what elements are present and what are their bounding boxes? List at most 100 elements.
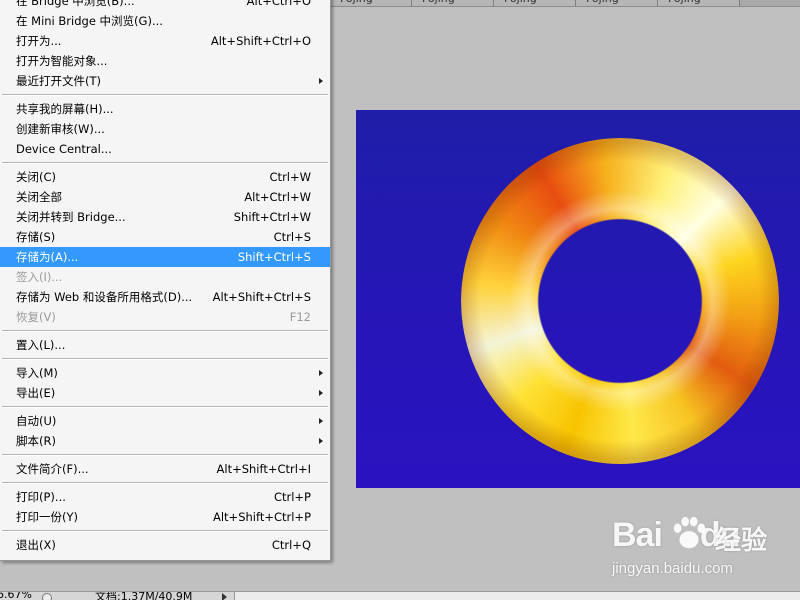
menu-item-label: 关闭全部 [16, 190, 62, 204]
menu-item-label: 自动(U) [16, 414, 57, 428]
watermark-brand-cn: 经验 [715, 526, 768, 556]
document-tab[interactable]: Fojing [494, 0, 576, 6]
menu-item-label: 脚本(R) [16, 434, 56, 448]
menu-item-shortcut: Alt+Ctrl+O [246, 0, 311, 8]
document-tab-label: Fojing [668, 0, 701, 5]
menu-item-label: 退出(X) [16, 538, 56, 552]
submenu-arrow-icon [319, 78, 323, 84]
zoom-options-icon[interactable] [42, 593, 52, 600]
submenu-arrow-icon [319, 438, 323, 444]
menu-item-label: 创建新审核(W)... [16, 122, 105, 136]
submenu-arrow-icon [319, 390, 323, 396]
watermark-url: jingyan.baidu.com [612, 560, 733, 577]
menu-item-shortcut: Shift+Ctrl+W [233, 210, 311, 224]
menu-separator [0, 327, 330, 335]
menu-item[interactable]: 关闭(C) Ctrl+W [0, 167, 330, 187]
menu-item-label: 签入(I)... [16, 270, 63, 284]
menu-item[interactable]: 在 Mini Bridge 中浏览(G)... [0, 11, 330, 31]
baidu-jingyan-watermark: Bai du 经验 jingyan.baidu.com [612, 514, 792, 584]
menu-item-shortcut: Alt+Shift+Ctrl+S [212, 290, 311, 304]
menu-item-shortcut: Ctrl+W [269, 170, 311, 184]
zoom-level[interactable]: 6.67% [0, 592, 32, 600]
menu-item-shortcut: Alt+Shift+Ctrl+I [216, 462, 311, 476]
document-tab-label: Fojing [586, 0, 619, 5]
document-tab[interactable]: Fojing [576, 0, 658, 6]
menu-item-shortcut: F12 [289, 310, 311, 324]
menu-item[interactable]: 打印一份(Y) Alt+Shift+Ctrl+P [0, 507, 330, 527]
document-tab[interactable]: Fojing [330, 0, 412, 6]
menu-separator [0, 479, 330, 487]
menu-item-shortcut: Alt+Shift+Ctrl+O [210, 34, 311, 48]
status-menu-arrow-icon[interactable] [222, 593, 227, 600]
menu-item-label: 最近打开文件(T) [16, 74, 101, 88]
menu-separator [0, 403, 330, 411]
menu-item[interactable]: 创建新审核(W)... [0, 119, 330, 139]
menu-item[interactable]: 存储为 Web 和设备所用格式(D)... Alt+Shift+Ctrl+S [0, 287, 330, 307]
menu-item-label: 打开为智能对象... [16, 54, 108, 68]
document-canvas[interactable] [356, 110, 800, 488]
menu-item[interactable]: 置入(L)... [0, 335, 330, 355]
menu-item[interactable]: 导出(E) [0, 383, 330, 403]
menu-item-shortcut: Shift+Ctrl+S [237, 250, 311, 264]
menu-item[interactable]: 文件简介(F)... Alt+Shift+Ctrl+I [0, 459, 330, 479]
menu-item[interactable]: 打开为智能对象... [0, 51, 330, 71]
file-menu-dropdown: 在 Bridge 中浏览(B)... Alt+Ctrl+O 在 Mini Bridg… [0, 0, 331, 561]
document-size-info: 文档:1.37M/40.9M [95, 591, 193, 600]
document-tab-label: Fojing [504, 0, 537, 5]
document-tab-label: Fojing [422, 0, 455, 5]
menu-item[interactable]: 在 Bridge 中浏览(B)... Alt+Ctrl+O [0, 0, 330, 11]
fire-ring-highlight [461, 138, 779, 464]
menu-item[interactable]: 存储为(A)... Shift+Ctrl+S [0, 247, 330, 267]
menu-item[interactable]: 共享我的屏幕(H)... [0, 99, 330, 119]
menu-item-shortcut: Ctrl+S [273, 230, 311, 244]
menu-item[interactable]: 退出(X) Ctrl+Q [0, 535, 330, 555]
menu-item-label: 打开为... [16, 34, 62, 48]
menu-item-label: 存储(S) [16, 230, 56, 244]
menu-item[interactable]: 打开为... Alt+Shift+Ctrl+O [0, 31, 330, 51]
menu-item-label: 置入(L)... [16, 338, 66, 352]
menu-item-label: 打印(P)... [16, 490, 66, 504]
document-tab-label: Fojing [340, 0, 373, 5]
menu-item[interactable]: 打印(P)... Ctrl+P [0, 487, 330, 507]
menu-item-shortcut: Ctrl+Q [271, 538, 311, 552]
menu-item[interactable]: 关闭全部 Alt+Ctrl+W [0, 187, 330, 207]
menu-item: 签入(I)... [0, 267, 330, 287]
menu-item[interactable]: 关闭并转到 Bridge... Shift+Ctrl+W [0, 207, 330, 227]
menu-item-label: 文件简介(F)... [16, 462, 89, 476]
menu-item[interactable]: 最近打开文件(T) [0, 71, 330, 91]
menu-item-label: 存储为(A)... [16, 250, 79, 264]
menu-item-label: 在 Bridge 中浏览(B)... [16, 0, 135, 8]
menu-item-label: 存储为 Web 和设备所用格式(D)... [16, 290, 193, 304]
menu-item-label: Device Central... [16, 142, 112, 156]
document-tab[interactable]: Fojing [658, 0, 740, 6]
paw-logo-icon [673, 516, 706, 549]
menu-item-label: 导入(M) [16, 366, 58, 380]
menu-separator [0, 355, 330, 363]
menu-separator [0, 527, 330, 535]
submenu-arrow-icon [319, 370, 323, 376]
menu-item-label: 在 Mini Bridge 中浏览(G)... [16, 14, 163, 28]
menu-item[interactable]: 脚本(R) [0, 431, 330, 451]
menu-item-label: 恢复(V) [16, 310, 56, 324]
menu-item[interactable]: Device Central... [0, 139, 330, 159]
menu-item: 恢复(V) F12 [0, 307, 330, 327]
menu-item-label: 打印一份(Y) [16, 510, 78, 524]
menu-item[interactable]: 自动(U) [0, 411, 330, 431]
menu-item[interactable]: 导入(M) [0, 363, 330, 383]
menu-item-label: 关闭并转到 Bridge... [16, 210, 126, 224]
menu-item-shortcut: Ctrl+P [273, 490, 311, 504]
horizontal-scrollbar[interactable] [234, 592, 800, 600]
menu-item-label: 关闭(C) [16, 170, 57, 184]
document-tab-strip: Fojing Fojing Fojing Fojing Fojing [330, 0, 800, 7]
submenu-arrow-icon [319, 418, 323, 424]
menu-separator [0, 159, 330, 167]
menu-separator [0, 451, 330, 459]
status-bar: 6.67% 文档:1.37M/40.9M [0, 591, 800, 600]
document-tab[interactable]: Fojing [412, 0, 494, 6]
menu-item[interactable]: 存储(S) Ctrl+S [0, 227, 330, 247]
menu-item-label: 共享我的屏幕(H)... [16, 102, 114, 116]
menu-item-shortcut: Alt+Ctrl+W [244, 190, 311, 204]
menu-item-shortcut: Alt+Shift+Ctrl+P [212, 510, 311, 524]
menu-separator [0, 91, 330, 99]
menu-item-label: 导出(E) [16, 386, 56, 400]
